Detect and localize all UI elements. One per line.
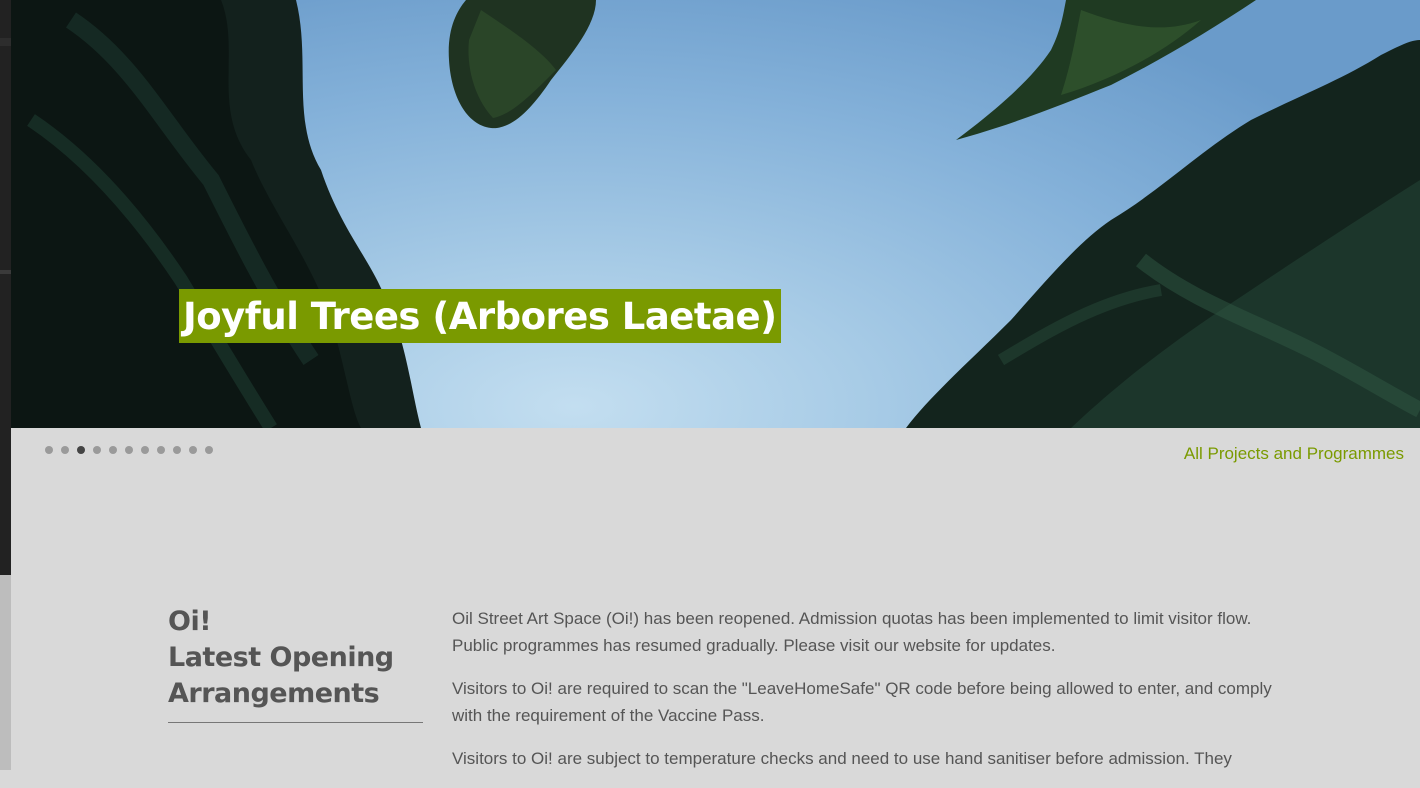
edge-mark [0,38,11,46]
carousel-dot[interactable] [189,446,197,454]
carousel-dot[interactable] [61,446,69,454]
edge-mark [0,575,11,770]
section-body: Oil Street Art Space (Oi!) has been reop… [452,605,1292,788]
carousel-dot[interactable] [205,446,213,454]
carousel-dot[interactable] [157,446,165,454]
section-heading-line: Latest Opening [168,642,394,673]
carousel-dot[interactable] [93,446,101,454]
body-paragraph: Visitors to Oi! are subject to temperatu… [452,749,1232,768]
section-heading-line: Arrangements [168,678,380,709]
body-paragraph: Visitors to Oi! are required to scan the… [452,679,1272,725]
section-heading: Oi! Latest Opening Arrangements [168,604,423,723]
left-edge-strip [0,0,11,770]
carousel-dot[interactable] [125,446,133,454]
carousel-dot[interactable] [141,446,149,454]
carousel-dot[interactable] [45,446,53,454]
carousel-pagination [45,446,213,454]
all-projects-link[interactable]: All Projects and Programmes [1184,444,1404,464]
carousel-dot[interactable] [173,446,181,454]
edge-mark [0,270,11,274]
carousel-dot-active[interactable] [77,446,85,454]
body-paragraph: Oil Street Art Space (Oi!) has been reop… [452,609,1252,655]
hero-banner[interactable]: Joyful Trees (Arbores Laetae) [11,0,1420,428]
hero-title-highlight[interactable]: Joyful Trees (Arbores Laetae) [179,289,781,343]
carousel-dot[interactable] [109,446,117,454]
section-heading-line: Oi! [168,606,212,637]
hero-trees-image [11,0,1420,428]
hero-title[interactable]: Joyful Trees (Arbores Laetae) [183,295,777,338]
